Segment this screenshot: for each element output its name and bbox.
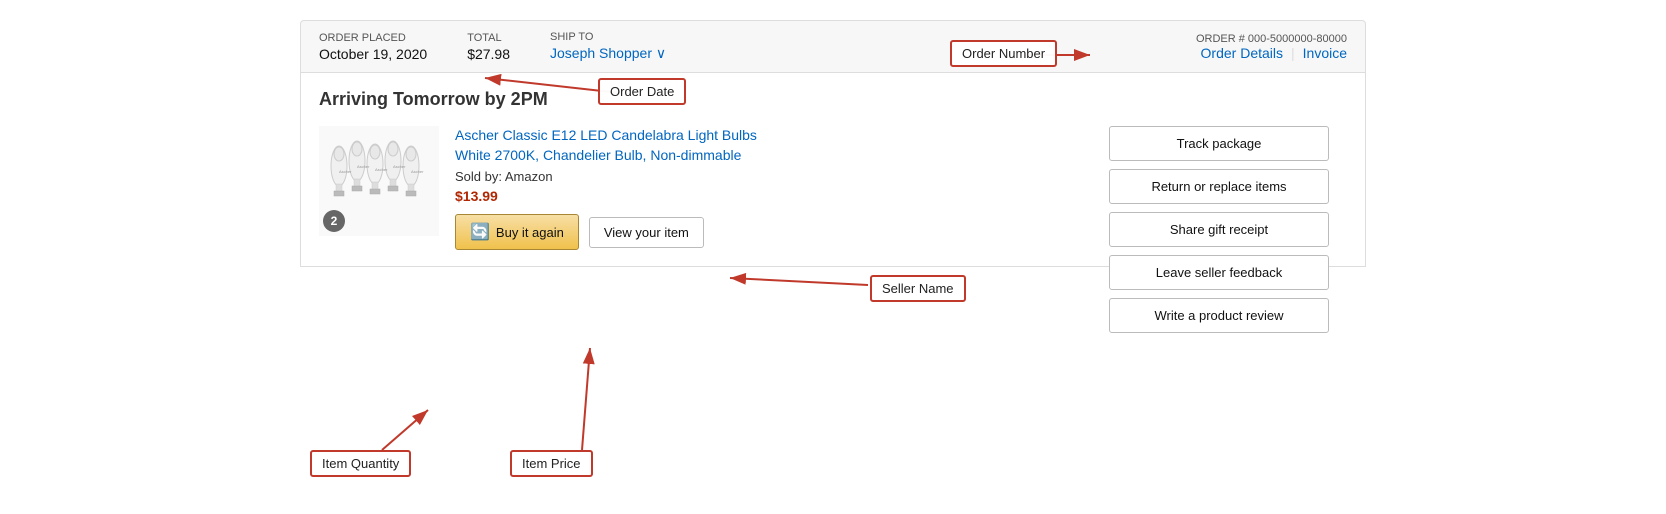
share-gift-receipt-button[interactable]: Share gift receipt	[1109, 212, 1329, 247]
order-card: ORDER PLACED October 19, 2020 TOTAL $27.…	[300, 20, 1366, 267]
leave-seller-feedback-button[interactable]: Leave seller feedback	[1109, 255, 1329, 290]
return-replace-button[interactable]: Return or replace items	[1109, 169, 1329, 204]
ship-to-dropdown[interactable]: Joseph Shopper ∨	[550, 45, 666, 62]
annotation-seller-name: Seller Name	[870, 275, 966, 302]
buy-again-button[interactable]: 🔄 Buy it again	[455, 214, 579, 250]
divider: |	[1291, 45, 1295, 61]
ship-to-label: SHIP TO	[550, 31, 666, 43]
order-placed-label: ORDER PLACED	[319, 32, 427, 44]
svg-text:Ascher: Ascher	[357, 164, 370, 169]
annotation-item-quantity: Item Quantity	[310, 450, 411, 477]
item-title-line1: Ascher Classic E12 LED Candelabra Light …	[455, 127, 757, 143]
ship-to-name: Joseph Shopper	[550, 45, 652, 61]
annotation-item-price: Item Price	[510, 450, 593, 477]
item-image-wrap: Ascher Ascher Ascher Ascher Ascher 2	[319, 126, 439, 236]
svg-text:Ascher: Ascher	[411, 169, 424, 174]
order-number-label: ORDER # 000-5000000-80000	[1196, 33, 1347, 45]
right-actions: Track package Return or replace items Sh…	[1109, 126, 1329, 333]
svg-text:Ascher: Ascher	[393, 164, 406, 169]
write-review-button[interactable]: Write a product review	[1109, 298, 1329, 333]
order-details-link[interactable]: Order Details	[1201, 45, 1283, 61]
view-item-button[interactable]: View your item	[589, 217, 704, 248]
chevron-down-icon: ∨	[656, 45, 666, 61]
buy-again-label: Buy it again	[496, 225, 564, 240]
order-header: ORDER PLACED October 19, 2020 TOTAL $27.…	[300, 20, 1366, 73]
item-row: Ascher Ascher Ascher Ascher Ascher 2 Asc…	[319, 126, 1347, 250]
invoice-link[interactable]: Invoice	[1303, 45, 1347, 61]
total-value: $27.98	[467, 46, 510, 62]
refresh-icon: 🔄	[470, 222, 490, 242]
order-number-section: ORDER # 000-5000000-80000 Order Details …	[1196, 33, 1347, 61]
ship-to-section: SHIP TO Joseph Shopper ∨	[550, 31, 666, 62]
track-package-button[interactable]: Track package	[1109, 126, 1329, 161]
item-quantity-badge: 2	[323, 210, 345, 232]
item-title-line2: White 2700K, Chandelier Bulb, Non-dimmab…	[455, 147, 741, 163]
svg-text:Ascher: Ascher	[339, 169, 352, 174]
total-label: TOTAL	[467, 32, 510, 44]
order-links: Order Details | Invoice	[1201, 45, 1347, 61]
arriving-title: Arriving Tomorrow by 2PM	[319, 89, 1347, 110]
order-body: Arriving Tomorrow by 2PM	[300, 73, 1366, 267]
total-section: TOTAL $27.98	[467, 32, 510, 62]
order-date-value: October 19, 2020	[319, 46, 427, 62]
order-placed-section: ORDER PLACED October 19, 2020	[319, 32, 427, 62]
svg-text:Ascher: Ascher	[375, 167, 388, 172]
